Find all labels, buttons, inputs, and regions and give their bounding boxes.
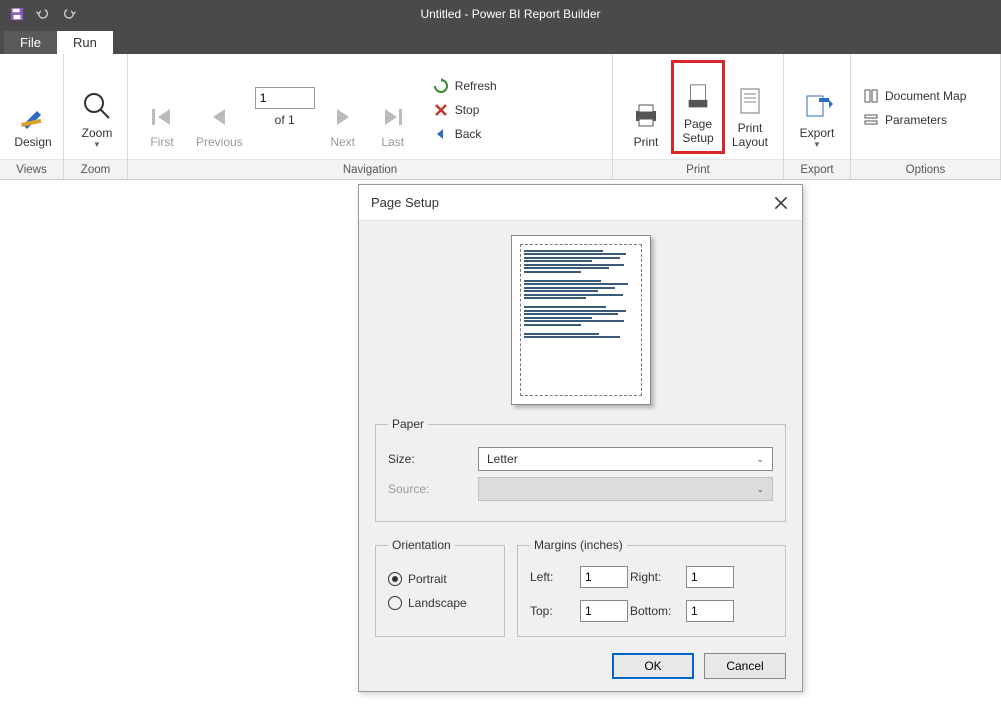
page-input[interactable] [255,87,315,109]
design-label: Design [14,135,51,149]
size-value: Letter [487,452,518,466]
refresh-label: Refresh [455,79,497,93]
group-options-label: Options [851,159,1000,179]
page-preview [375,235,786,405]
source-select: ⌄ [478,477,773,501]
back-icon [433,126,449,142]
print-layout-button[interactable]: Print Layout [725,61,775,153]
paper-group: Paper Size: Letter ⌄ Source: ⌄ [375,417,786,522]
undo-icon[interactable] [32,3,54,25]
parameters-label: Parameters [885,113,947,127]
group-print-label: Print [613,159,783,179]
group-navigation-label: Navigation [128,159,612,179]
save-icon[interactable] [6,3,28,25]
export-label: Export [800,126,835,140]
next-button[interactable]: Next [321,61,365,153]
landscape-label: Landscape [408,596,467,610]
zoom-button[interactable]: Zoom ▼ [72,61,122,153]
stop-label: Stop [455,103,480,117]
print-layout-line2: Layout [732,135,768,149]
orientation-group: Orientation Portrait Landscape [375,538,505,637]
margins-legend: Margins (inches) [530,538,627,552]
tab-file[interactable]: File [4,31,57,54]
zoom-label: Zoom [82,126,113,140]
tab-strip: File Run [0,28,1001,54]
document-map-label: Document Map [885,89,966,103]
group-export-label: Export [784,159,850,179]
left-label: Left: [530,570,580,584]
close-icon[interactable] [772,194,790,212]
document-map-icon [863,88,879,104]
ok-button[interactable]: OK [612,653,694,679]
portrait-label: Portrait [408,572,447,586]
dialog-titlebar: Page Setup [359,185,802,221]
first-button[interactable]: First [140,61,184,153]
left-input[interactable] [580,566,628,588]
of-text: of 1 [275,113,295,127]
margins-group: Margins (inches) Left: Right: Top: Botto… [517,538,786,637]
chevron-down-icon: ▼ [813,140,821,149]
tab-run[interactable]: Run [57,31,113,54]
design-button[interactable]: Design [8,61,58,153]
right-label: Right: [630,570,686,584]
parameters-button[interactable]: Parameters [859,109,970,131]
previous-button[interactable]: Previous [190,61,249,153]
back-button[interactable]: Back [429,123,501,145]
refresh-button[interactable]: Refresh [429,75,501,97]
chevron-down-icon: ▼ [93,140,101,149]
page-setup-dialog: Page Setup Paper Size: L [358,184,803,692]
parameters-icon [863,112,879,128]
source-label: Source: [388,482,478,496]
next-label: Next [330,135,355,149]
portrait-radio[interactable]: Portrait [388,572,492,586]
size-select[interactable]: Letter ⌄ [478,447,773,471]
page-setup-line1: Page [684,117,712,131]
stop-button[interactable]: Stop [429,99,501,121]
chevron-down-icon: ⌄ [756,484,764,495]
page-number-block: of 1 [255,87,315,127]
print-label: Print [634,135,659,149]
title-bar: Untitled - Power BI Report Builder [0,0,1001,28]
page-setup-highlight: Page Setup [671,60,725,154]
print-button[interactable]: Print [621,61,671,153]
window-title: Untitled - Power BI Report Builder [80,7,1001,21]
ribbon: Design Views Zoom ▼ Zoom First Previous [0,54,1001,180]
document-map-button[interactable]: Document Map [859,85,970,107]
dialog-title: Page Setup [371,195,439,210]
group-views-label: Views [0,159,63,179]
back-label: Back [455,127,482,141]
top-input[interactable] [580,600,628,622]
bottom-label: Bottom: [630,604,686,618]
refresh-icon [433,78,449,94]
paper-legend: Paper [388,417,428,431]
quick-access-toolbar [0,3,80,25]
radio-icon [388,572,402,586]
print-layout-line1: Print [738,121,763,135]
redo-icon[interactable] [58,3,80,25]
last-label: Last [381,135,404,149]
right-input[interactable] [686,566,734,588]
bottom-input[interactable] [686,600,734,622]
landscape-radio[interactable]: Landscape [388,596,492,610]
export-button[interactable]: Export ▼ [792,61,842,153]
previous-label: Previous [196,135,243,149]
orientation-legend: Orientation [388,538,455,552]
radio-icon [388,596,402,610]
chevron-down-icon: ⌄ [756,454,764,465]
group-zoom-label: Zoom [64,159,127,179]
last-button[interactable]: Last [371,61,415,153]
size-label: Size: [388,452,478,466]
first-label: First [150,135,173,149]
page-setup-button[interactable]: Page Setup [676,65,720,149]
stop-icon [433,102,449,118]
top-label: Top: [530,604,580,618]
cancel-button[interactable]: Cancel [704,653,786,679]
page-setup-line2: Setup [682,131,713,145]
